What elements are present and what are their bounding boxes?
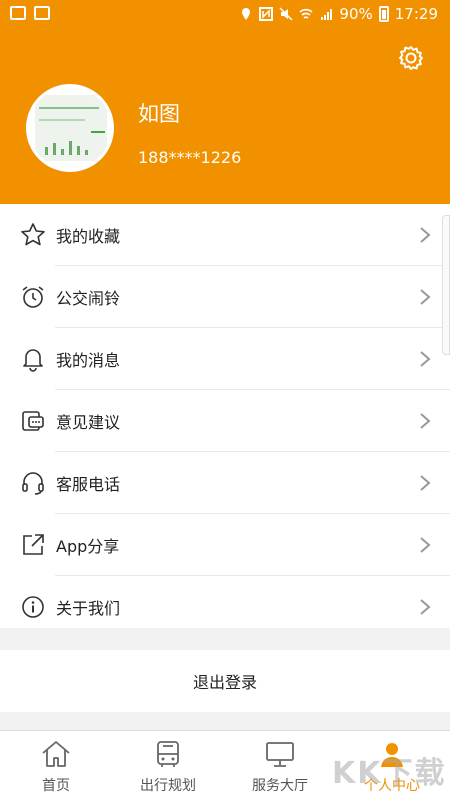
menu-item-favorites[interactable]: 我的收藏 [0, 204, 450, 266]
menu-label: 我的消息 [56, 351, 121, 370]
menu-label: 公交闹铃 [56, 289, 121, 308]
logout-button[interactable]: 退出登录 [0, 650, 450, 712]
chevron-right-icon [420, 351, 431, 367]
app-notification-icon [34, 6, 50, 20]
signal-icon [321, 9, 333, 20]
feedback-icon [22, 411, 44, 431]
monitor-icon [266, 742, 294, 767]
tab-service-hall[interactable]: 服务大厅 [224, 731, 336, 800]
headset-icon [22, 472, 44, 495]
menu-item-feedback[interactable]: 意见建议 [0, 390, 450, 452]
bell-icon [23, 349, 43, 372]
chevron-right-icon [420, 599, 431, 615]
avatar[interactable] [26, 84, 114, 172]
chevron-right-icon [420, 537, 431, 553]
alarm-clock-icon [22, 286, 44, 308]
chevron-right-icon [420, 413, 431, 429]
nfc-icon [259, 7, 274, 21]
home-icon [42, 741, 70, 767]
tab-label: 出行规划 [140, 778, 196, 794]
wifi-icon [299, 8, 313, 19]
menu-label: 客服电话 [56, 475, 121, 494]
menu-item-about-us[interactable]: 关于我们 [0, 576, 450, 638]
tab-home[interactable]: 首页 [0, 731, 112, 800]
chevron-right-icon [420, 289, 431, 305]
battery-icon [378, 6, 389, 22]
image-notification-icon [10, 6, 26, 20]
menu-label: App分享 [56, 537, 120, 556]
share-icon [23, 534, 44, 555]
menu-item-messages[interactable]: 我的消息 [0, 328, 450, 390]
tab-label: 首页 [42, 778, 70, 794]
phone-number: 188****1226 [138, 148, 242, 167]
menu-item-app-share[interactable]: App分享 [0, 514, 450, 576]
gear-icon[interactable] [397, 44, 425, 72]
star-icon [21, 223, 45, 246]
menu-label: 意见建议 [56, 413, 121, 432]
mute-icon [279, 7, 293, 21]
info-icon [22, 596, 44, 618]
bus-icon [157, 741, 179, 767]
menu-item-bus-alarm[interactable]: 公交闹铃 [0, 266, 450, 328]
side-panel-handle[interactable] [442, 215, 450, 355]
menu-item-customer-service[interactable]: 客服电话 [0, 452, 450, 514]
clock: 17:29 [394, 5, 438, 23]
avatar-image [35, 95, 107, 161]
chevron-right-icon [420, 475, 431, 491]
notification-icons [10, 6, 50, 20]
tab-label: 服务大厅 [252, 778, 308, 794]
menu-label: 我的收藏 [56, 227, 121, 246]
chevron-right-icon [420, 227, 431, 243]
menu-label: 关于我们 [56, 599, 121, 618]
profile-header: 90% 17:29 如图 188****1226 [0, 0, 450, 204]
battery-percent: 90% [339, 5, 373, 23]
tab-trip-planning[interactable]: 出行规划 [112, 731, 224, 800]
username: 如图 [138, 102, 180, 126]
location-icon [242, 8, 251, 20]
status-bar: 90% 17:29 [0, 0, 450, 30]
watermark: KK下载 [332, 756, 447, 791]
menu-list: 我的收藏 公交闹铃 我的消息 意见建议 客服电话 App分享 关于我们 [0, 204, 450, 628]
